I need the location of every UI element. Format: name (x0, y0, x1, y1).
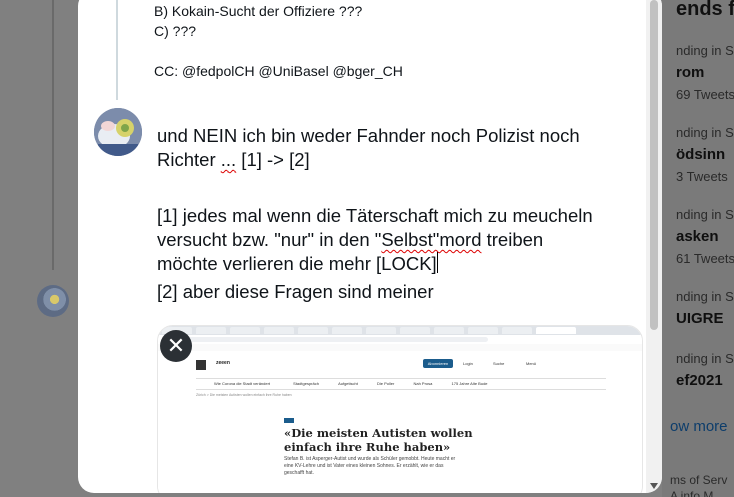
remove-media-button[interactable]: ✕ (160, 330, 192, 362)
nav-item: Aufgetischt (338, 381, 358, 386)
trend-meta: nding in S (676, 351, 734, 366)
avatar-image (94, 108, 142, 156)
reply-line: möchte verlieren die mehr [LOCK] (157, 252, 637, 276)
nav-item: Wie Corona die Stadt verändert (214, 381, 271, 386)
attached-screenshot[interactable]: zeeen Abonnieren Login Suche Menü Wie Co… (157, 325, 643, 493)
subscribe-button: Abonnieren (423, 359, 453, 368)
reply-segment: treiben (481, 229, 544, 250)
timeline-thread-line (52, 0, 54, 270)
reply-text-editor[interactable]: und NEIN ich bin weder Fahnder noch Poli… (157, 124, 637, 304)
browser-tab (468, 327, 498, 334)
footer-links[interactable]: ms of Serv A info M (670, 472, 727, 497)
trend-meta: nding in S (676, 289, 734, 304)
spellcheck-marked-word: ... (220, 149, 237, 170)
reply-line: versucht bzw. "nur" in den "Selbst"mord … (157, 228, 637, 252)
trend-name: ef2021 (676, 372, 723, 389)
browser-tab (434, 327, 464, 334)
nav-item: Die Poller (377, 381, 395, 386)
breadcrumb: Zürich > Die meisten Autisten wollen ein… (196, 393, 292, 397)
browser-tab (332, 327, 362, 334)
browser-tab (366, 327, 396, 334)
article-lead: Stefan B. ist Asperger-Autist und wurde … (284, 456, 456, 476)
scroll-down-arrow-icon[interactable] (650, 483, 658, 489)
site-brand: zeeen (216, 360, 230, 366)
reply-segment: versucht bzw. "nur" in den " (157, 229, 382, 250)
browser-tab (196, 327, 226, 334)
trend-meta: nding in S (676, 125, 734, 140)
text-cursor (436, 252, 438, 273)
browser-tab (298, 327, 328, 334)
browser-tab (400, 327, 430, 334)
trend-item[interactable]: nding in S asken 61 Tweets (676, 207, 734, 266)
scroll-thumb[interactable] (650, 0, 658, 330)
footer-link[interactable]: ms of Serv (670, 472, 727, 488)
reply-segment: [1] -> [2] (236, 149, 310, 170)
previous-tweet-text: B) Kokain-Sucht der Offiziere ??? C) ???… (154, 1, 403, 81)
search-link: Suche (493, 361, 505, 366)
nav-item: 175 Jahre Alte Bude (451, 381, 488, 386)
reply-line: und NEIN ich bin weder Fahnder noch Poli… (157, 125, 580, 146)
trend-item[interactable]: nding in S rom 69 Tweets (676, 43, 734, 102)
trend-name: ödsinn (676, 146, 726, 163)
footer-link[interactable]: A info M (670, 488, 727, 497)
thread-connector-line (116, 0, 118, 100)
close-icon: ✕ (166, 333, 186, 358)
previous-tweet-line (154, 41, 403, 61)
trend-count: 61 Tweets (676, 251, 734, 266)
article-headline: «Die meisten Autisten wollen einfach ihr… (284, 426, 473, 454)
browser-tab (502, 327, 532, 334)
site-logo (196, 360, 206, 370)
menu-link: Menü (526, 361, 537, 366)
trend-item[interactable]: nding in S UIGRE (676, 289, 734, 327)
site-nav: Wie Corona die Stadt verändert Stadtgesp… (196, 378, 606, 390)
trend-item[interactable]: nding in S ef2021 (676, 351, 734, 389)
trend-name: UIGRE (676, 310, 724, 327)
browser-tab-strip (158, 326, 642, 335)
background-avatar (37, 285, 69, 317)
trend-item[interactable]: nding in S ödsinn 3 Tweets (676, 125, 734, 184)
trend-meta: nding in S (676, 43, 734, 58)
spellcheck-marked-word: Selbst"mord (381, 229, 482, 250)
trend-count: 3 Tweets (676, 169, 728, 184)
trends-title: ends f (676, 0, 734, 20)
show-more-link[interactable]: ow more (670, 418, 728, 435)
trends-panel: ends f nding in S rom 69 Tweets nding in… (662, 0, 734, 497)
nav-item: Stadtgespräch (293, 381, 319, 386)
article-page: zeeen Abonnieren Login Suche Menü Wie Co… (158, 351, 642, 493)
trend-name: asken (676, 228, 719, 245)
user-avatar[interactable] (94, 108, 142, 156)
browser-tab-active (536, 327, 576, 334)
compose-reply-modal: B) Kokain-Sucht der Offiziere ??? C) ???… (78, 0, 662, 493)
login-link: Login (463, 361, 473, 366)
reply-segment: Richter (157, 149, 221, 170)
previous-tweet-line: CC: @fedpolCH @UniBasel @bger_CH (154, 63, 403, 79)
reply-line: [1] jedes mal wenn die Täterschaft mich … (157, 205, 593, 226)
article-tag (284, 418, 294, 423)
url-box (188, 337, 488, 342)
trend-count: 69 Tweets (676, 87, 734, 102)
browser-tab (264, 327, 294, 334)
trend-meta: nding in S (676, 207, 734, 222)
nav-item: Nah Prosa (413, 381, 433, 386)
reply-line: [2] aber diese Fragen sind meiner (157, 281, 434, 302)
previous-tweet-line: C) ??? (154, 23, 197, 39)
reply-line: Richter ... [1] -> [2] (157, 148, 637, 172)
trend-name: rom (676, 64, 705, 81)
browser-tab (230, 327, 260, 334)
previous-tweet-line: B) Kokain-Sucht der Offiziere ??? (154, 3, 363, 19)
reply-segment: möchte verlieren die mehr [LOCK] (157, 253, 437, 274)
modal-scrollbar[interactable] (646, 0, 662, 493)
